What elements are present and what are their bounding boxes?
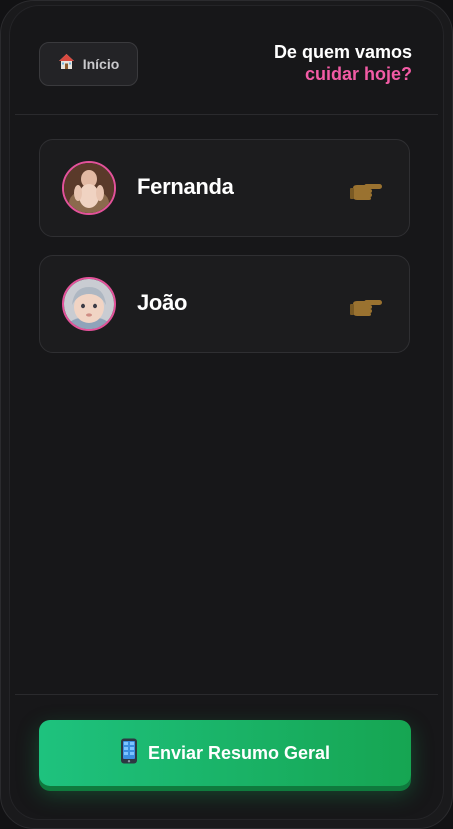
pointing-hand-icon — [350, 296, 383, 323]
home-button[interactable]: Início — [39, 42, 138, 86]
header: Início De quem vamos cuidar hoje? — [9, 5, 444, 115]
title-line-1: De quem vamos — [273, 42, 412, 62]
profile-card-joao[interactable]: João — [39, 255, 410, 353]
pointing-hand-icon — [350, 180, 383, 207]
send-summary-button[interactable]: Enviar Resumo Geral — [39, 720, 411, 786]
home-label: Início — [82, 56, 120, 72]
profile-card-fernanda[interactable]: Fernanda — [39, 139, 410, 237]
send-summary-label: Enviar Resumo Geral — [147, 742, 331, 763]
header-divider — [15, 114, 438, 115]
profile-name: João — [137, 290, 188, 315]
profile-name: Fernanda — [137, 174, 234, 199]
avatar — [62, 277, 116, 331]
mobile-phone-icon — [120, 738, 138, 769]
page-title: De quem vamos cuidar hoje? — [274, 41, 412, 85]
app-screen: Início De quem vamos cuidar hoje? Fernan… — [9, 5, 444, 820]
title-line-2: cuidar hoje? — [304, 64, 412, 84]
avatar — [62, 161, 116, 215]
house-icon — [58, 53, 75, 75]
footer-divider — [15, 694, 438, 695]
